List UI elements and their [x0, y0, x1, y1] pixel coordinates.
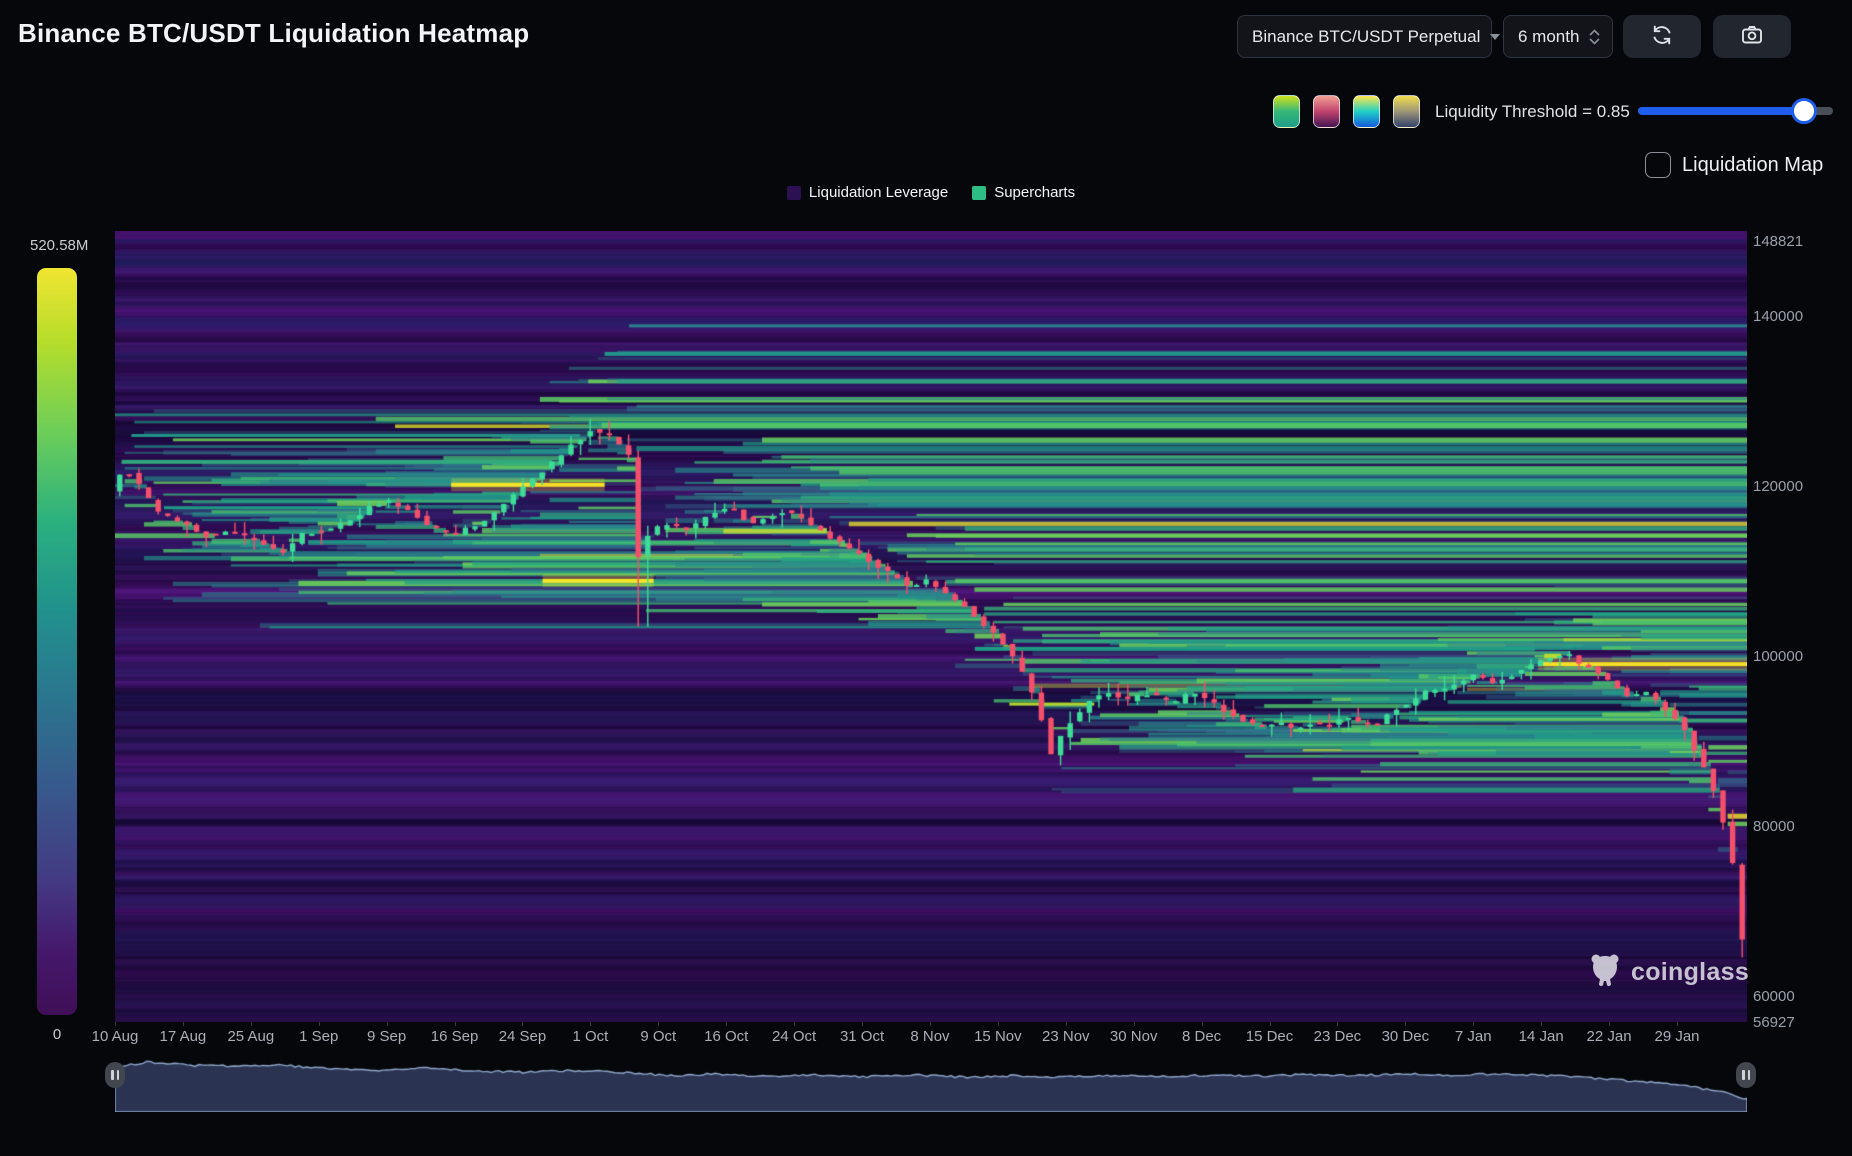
x-axis-tick — [862, 1022, 864, 1026]
threshold-label: Liquidity Threshold = 0.85 — [1435, 102, 1630, 121]
pause-icon — [111, 1070, 114, 1080]
x-axis-label: 15 Nov — [974, 1028, 1022, 1045]
x-axis-label: 24 Sep — [498, 1028, 547, 1045]
x-axis-label: 24 Oct — [772, 1028, 817, 1045]
y-axis-label: 60000 — [1753, 987, 1795, 1005]
palette-swatch-viridis[interactable] — [1273, 95, 1300, 128]
x-axis-tick — [794, 1022, 796, 1026]
coinglass-logo-icon — [1589, 952, 1621, 993]
coinglass-watermark: coinglass — [1589, 952, 1749, 993]
x-axis-tick — [1065, 1022, 1067, 1026]
threshold-slider[interactable] — [1638, 98, 1833, 124]
legend-swatch-0 — [786, 185, 801, 200]
caret-down-icon — [1490, 33, 1501, 40]
x-axis-label: 9 Sep — [367, 1028, 407, 1045]
liquidation-map-label: Liquidation Map — [1682, 154, 1824, 176]
x-axis-tick — [1337, 1022, 1339, 1026]
x-axis-label: 15 Dec — [1245, 1028, 1294, 1045]
heatmap-canvas[interactable] — [115, 231, 1747, 1022]
timeframe-select-label: 6 month — [1518, 26, 1580, 46]
symbol-select[interactable]: Binance BTC/USDT Perpetual — [1237, 15, 1501, 58]
x-axis-label: 23 Dec — [1313, 1028, 1362, 1045]
slider-thumb[interactable] — [1791, 98, 1817, 124]
x-axis-label: 7 Jan — [1454, 1028, 1492, 1045]
watermark-text: coinglass — [1631, 958, 1750, 986]
camera-icon — [1740, 23, 1764, 50]
x-axis-tick — [1677, 1022, 1678, 1026]
x-axis-label: 31 Oct — [839, 1028, 885, 1045]
x-axis-label: 25 Aug — [227, 1028, 275, 1045]
screenshot-button[interactable] — [1713, 15, 1791, 58]
x-axis-tick — [1269, 1022, 1271, 1026]
x-axis-label: 16 Oct — [704, 1028, 749, 1045]
x-axis-label: 1 Sep — [299, 1028, 339, 1045]
y-axis-label: 100000 — [1753, 647, 1804, 665]
refresh-icon — [1650, 23, 1674, 50]
x-axis-tick — [318, 1022, 320, 1026]
palette-swatch-cividis[interactable] — [1393, 95, 1420, 128]
refresh-button[interactable] — [1623, 15, 1701, 58]
page-title: Binance BTC/USDT Liquidation Heatmap — [18, 18, 530, 48]
y-axis-label: 140000 — [1753, 307, 1804, 325]
pause-icon — [1742, 1070, 1745, 1080]
nav-handle-right[interactable] — [1736, 1062, 1756, 1088]
legend-label: Liquidation Leverage — [808, 184, 949, 201]
y-axis-label: 148821 — [1753, 233, 1804, 250]
x-axis-tick — [590, 1022, 592, 1026]
x-axis-tick — [182, 1022, 184, 1026]
slider-fill — [1638, 107, 1804, 115]
x-axis-label: 8 Dec — [1182, 1028, 1222, 1045]
y-axis-label: 120000 — [1753, 477, 1804, 495]
x-axis-tick — [1201, 1022, 1203, 1026]
colorbar-max-label: 520.58M — [30, 237, 89, 254]
x-axis-tick — [997, 1022, 999, 1026]
legend-item-supercharts[interactable]: Supercharts — [972, 184, 1075, 201]
palette-swatch-ocean[interactable] — [1353, 95, 1380, 128]
y-axis-label: 80000 — [1753, 817, 1795, 835]
x-axis-tick — [454, 1022, 456, 1026]
colorbar — [37, 268, 77, 1015]
x-axis-tick — [1473, 1022, 1475, 1026]
x-axis-label: 8 Nov — [910, 1028, 950, 1045]
x-axis-tick — [1405, 1022, 1407, 1026]
x-axis-tick — [250, 1022, 252, 1026]
legend-item-liquidation-leverage[interactable]: Liquidation Leverage — [786, 184, 949, 201]
nav-handle-left[interactable] — [105, 1062, 125, 1088]
updown-chevrons-icon — [1589, 28, 1601, 45]
x-axis-label: 30 Nov — [1109, 1028, 1158, 1045]
timeframe-select[interactable]: 6 month — [1503, 15, 1613, 58]
x-axis-label: 23 Nov — [1042, 1028, 1090, 1045]
x-axis-label: 30 Dec — [1381, 1028, 1430, 1045]
legend-label: Supercharts — [994, 184, 1076, 201]
liquidation-map-checkbox[interactable] — [1645, 152, 1671, 178]
x-axis-tick — [386, 1022, 388, 1026]
y-axis-label: 56927 — [1753, 1014, 1795, 1031]
x-axis-tick — [658, 1022, 660, 1026]
x-axis-label: 9 Oct — [640, 1028, 677, 1045]
symbol-select-label: Binance BTC/USDT Perpetual — [1252, 26, 1481, 46]
navigator-canvas[interactable] — [115, 1054, 1747, 1112]
x-axis-label: 22 Jan — [1586, 1028, 1632, 1045]
x-axis-label: 29 Jan — [1654, 1028, 1700, 1045]
legend: Liquidation Leverage Supercharts — [115, 184, 1747, 201]
x-axis-label: 16 Sep — [430, 1028, 479, 1045]
x-axis-tick — [1541, 1022, 1543, 1026]
x-axis-tick — [929, 1022, 931, 1026]
colorbar-min-label: 0 — [52, 1026, 62, 1043]
x-axis-tick — [1133, 1022, 1135, 1026]
legend-swatch-1 — [972, 185, 987, 200]
x-axis-label: 17 Aug — [159, 1028, 207, 1045]
x-axis-label: 14 Jan — [1518, 1028, 1564, 1045]
palette-swatch-magma[interactable] — [1313, 95, 1340, 128]
x-axis-label: 10 Aug — [91, 1028, 139, 1045]
x-axis-tick — [115, 1022, 116, 1026]
x-axis-tick — [1609, 1022, 1611, 1026]
x-axis-tick — [726, 1022, 728, 1026]
x-axis-tick — [522, 1022, 524, 1026]
x-axis-label: 1 Oct — [572, 1028, 609, 1045]
